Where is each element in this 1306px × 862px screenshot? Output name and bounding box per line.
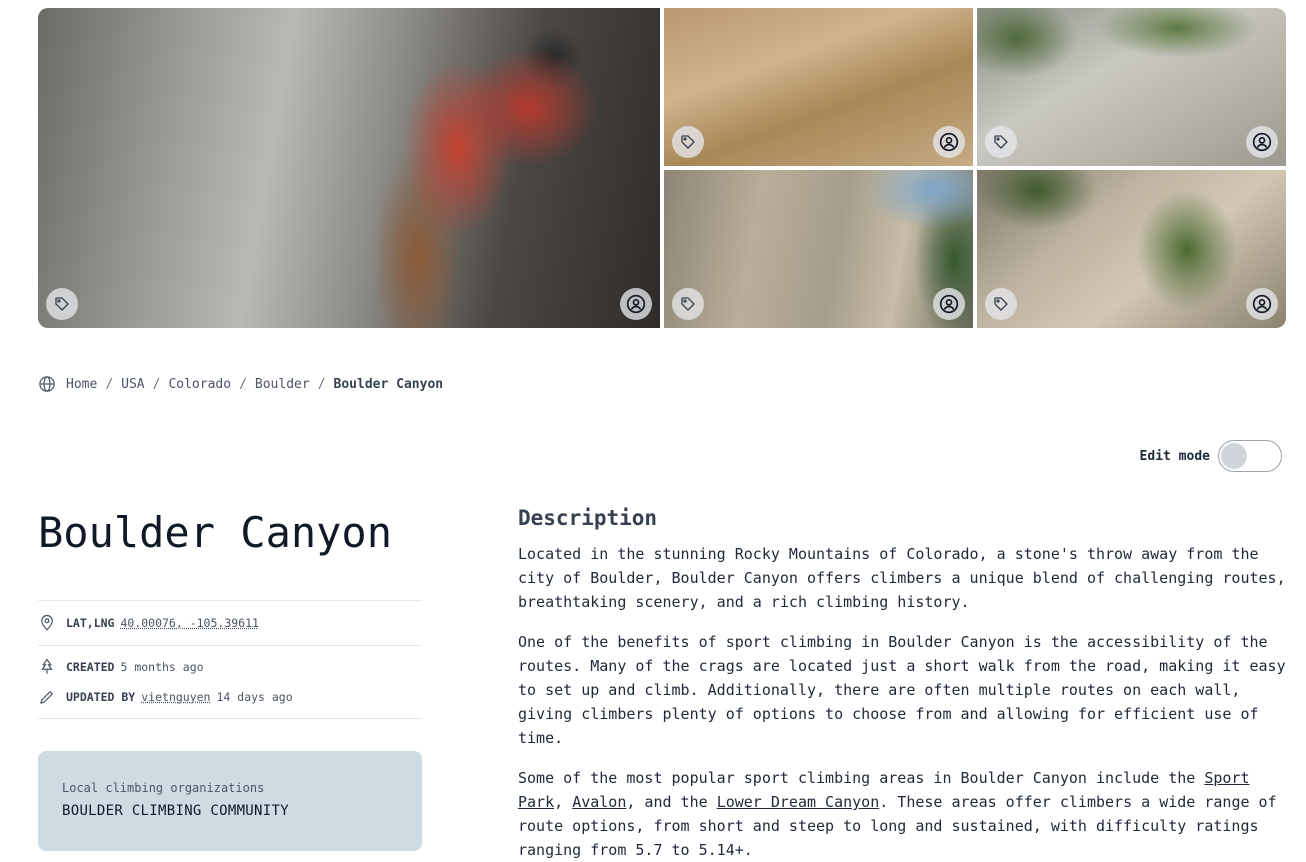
link-lower-dream-canyon[interactable]: Lower Dream Canyon — [717, 793, 880, 811]
user-circle-icon[interactable] — [933, 288, 965, 320]
latlng-row: LAT,LNG 40.00076, -105.39611 — [38, 613, 422, 633]
description-paragraph: One of the benefits of sport climbing in… — [518, 630, 1286, 750]
user-circle-icon[interactable] — [1246, 288, 1278, 320]
globe-icon — [38, 375, 56, 393]
created-value: 5 months ago — [120, 660, 203, 674]
updated-row: UPDATED BY vietnguyen 14 days ago — [38, 687, 422, 707]
organizations-heading: Local climbing organizations — [62, 781, 398, 795]
description-paragraph: Located in the stunning Rocky Mountains … — [518, 542, 1286, 614]
organization-name[interactable]: BOULDER CLIMBING COMMUNITY — [62, 803, 398, 819]
gallery-photo-main[interactable] — [38, 8, 660, 328]
gallery-photo-top-middle[interactable] — [664, 8, 973, 166]
latlng-value[interactable]: 40.00076, -105.39611 — [120, 616, 258, 630]
gallery-photo-bottom-right[interactable] — [977, 170, 1286, 328]
divider — [38, 600, 422, 601]
divider — [38, 718, 422, 719]
breadcrumb-home[interactable]: Home — [66, 377, 97, 392]
description-body: Located in the stunning Rocky Mountains … — [518, 542, 1286, 862]
breadcrumb-colorado[interactable]: Colorado — [168, 377, 231, 392]
created-row: CREATED 5 months ago — [38, 657, 422, 677]
breadcrumb-separator: / — [318, 377, 326, 392]
user-circle-icon[interactable] — [933, 126, 965, 158]
breadcrumb-boulder[interactable]: Boulder — [255, 377, 310, 392]
description-title: Description — [518, 506, 657, 530]
divider — [38, 645, 422, 646]
latlng-label: LAT,LNG — [66, 616, 114, 630]
tag-icon[interactable] — [985, 126, 1017, 158]
page-title: Boulder Canyon — [38, 508, 392, 557]
map-pin-icon — [38, 614, 56, 632]
tag-icon[interactable] — [46, 288, 78, 320]
link-avalon[interactable]: Avalon — [572, 793, 626, 811]
tree-icon — [38, 658, 56, 676]
breadcrumb-separator: / — [153, 377, 161, 392]
tag-icon[interactable] — [672, 126, 704, 158]
tag-icon[interactable] — [985, 288, 1017, 320]
photo-gallery — [38, 8, 1286, 328]
local-organizations-card: Local climbing organizations BOULDER CLI… — [38, 751, 422, 851]
edit-mode-control: Edit mode — [1140, 440, 1282, 472]
user-circle-icon[interactable] — [1246, 126, 1278, 158]
breadcrumb-usa[interactable]: USA — [121, 377, 144, 392]
created-label: CREATED — [66, 660, 114, 674]
gallery-photo-top-right[interactable] — [977, 8, 1286, 166]
breadcrumb-current: Boulder Canyon — [334, 377, 444, 392]
description-paragraph: Some of the most popular sport climbing … — [518, 766, 1286, 862]
toggle-knob — [1221, 443, 1247, 469]
user-circle-icon[interactable] — [620, 288, 652, 320]
updated-value: 14 days ago — [217, 690, 293, 704]
edit-mode-label: Edit mode — [1140, 449, 1210, 464]
gallery-photo-bottom-middle[interactable] — [664, 170, 973, 328]
pencil-icon — [38, 688, 56, 706]
breadcrumb: Home / USA / Colorado / Boulder / Boulde… — [38, 374, 443, 394]
edit-mode-toggle[interactable] — [1218, 440, 1282, 472]
updated-user-link[interactable]: vietnguyen — [141, 690, 210, 704]
tag-icon[interactable] — [672, 288, 704, 320]
breadcrumb-separator: / — [105, 377, 113, 392]
updated-label: UPDATED BY — [66, 690, 135, 704]
breadcrumb-separator: / — [239, 377, 247, 392]
